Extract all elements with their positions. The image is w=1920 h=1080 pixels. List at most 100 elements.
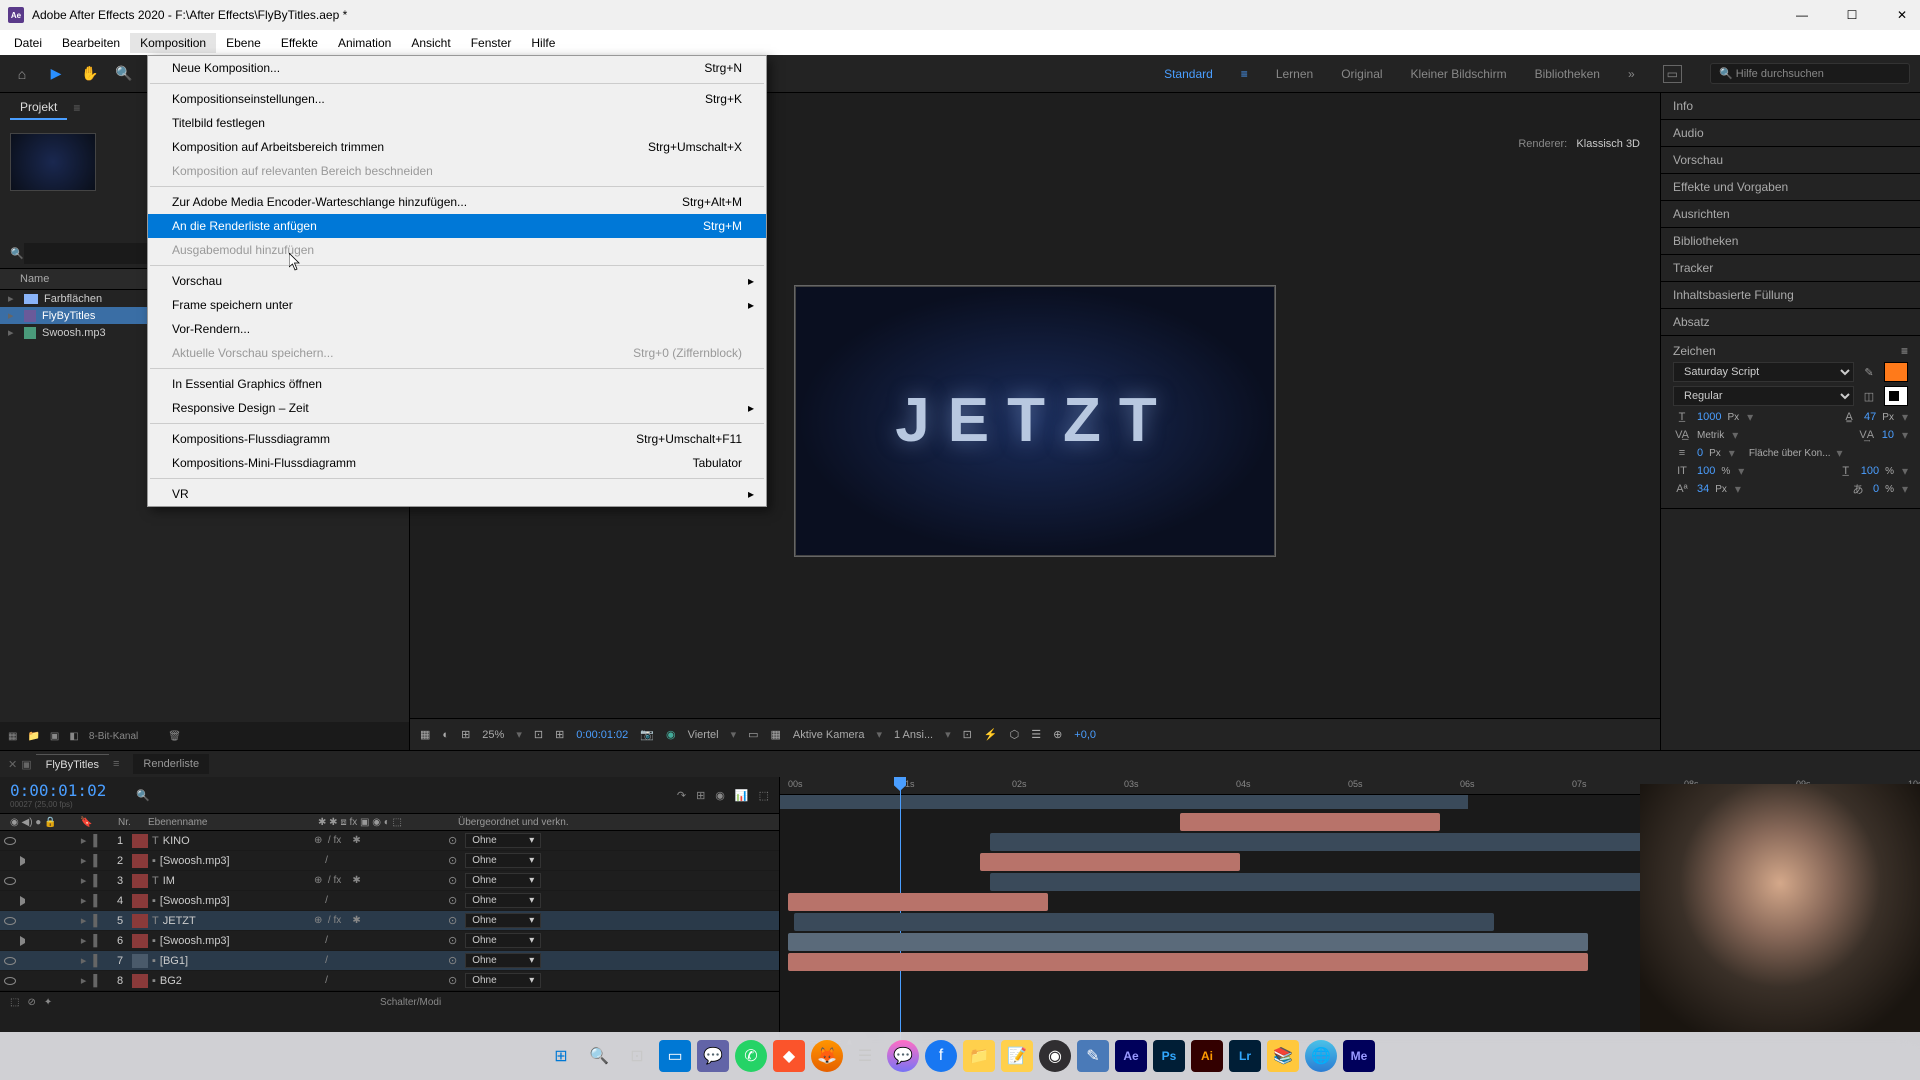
close-button[interactable]: ✕ [1892,5,1912,25]
panel-header[interactable]: Bibliotheken [1661,228,1920,255]
stroke-color-swatch[interactable] [1884,386,1908,406]
menu-item[interactable]: Kompositions-FlussdiagrammStrg+Umschalt+… [148,427,766,451]
tracking-value[interactable]: 10 [1882,429,1894,441]
timeline-tab-comp[interactable]: FlyByTitles [36,754,109,775]
workspace-menu-icon[interactable]: ≡ [1241,67,1248,81]
snapshot-icon[interactable]: 📷 [640,728,654,741]
start-button[interactable]: ⊞ [545,1040,577,1072]
brainstorm-icon[interactable]: ✦ [44,997,52,1008]
menu-item[interactable]: Komposition auf Arbeitsbereich trimmenSt… [148,135,766,159]
trash-icon[interactable]: 🗑 [168,731,181,742]
panel-header[interactable]: Inhaltsbasierte Füllung [1661,282,1920,309]
effects-tab-stub[interactable]: ≡ [73,101,80,115]
menu-hilfe[interactable]: Hilfe [521,33,565,53]
no-stroke-icon[interactable]: ◫ [1860,389,1878,403]
facebook-icon[interactable]: f [925,1040,957,1072]
fast-preview-icon[interactable]: ⚡ [984,728,998,741]
menu-ansicht[interactable]: Ansicht [401,33,460,53]
layer-bar[interactable] [788,893,1048,911]
fill-color-swatch[interactable] [1884,362,1908,382]
menu-item[interactable]: In Essential Graphics öffnen [148,372,766,396]
menu-datei[interactable]: Datei [4,33,52,53]
after-effects-icon[interactable]: Ae [1115,1040,1147,1072]
render-time-icon[interactable]: ⊘ [27,997,35,1008]
new-folder-icon[interactable]: 📁 [27,731,39,742]
eyedropper-icon[interactable]: ✎ [1860,365,1878,379]
menu-item[interactable]: Frame speichern unter [148,293,766,317]
adj-icon[interactable]: ◧ [69,731,78,742]
timeline-tab-render[interactable]: Renderliste [133,754,209,774]
tsume-value[interactable]: 0 [1873,483,1879,495]
menu-ebene[interactable]: Ebene [216,33,271,53]
font-style-select[interactable]: Regular [1673,386,1854,406]
menu-effekte[interactable]: Effekte [271,33,328,53]
shy-icon[interactable]: ↷ [677,789,686,802]
layer-bar[interactable] [788,933,1588,951]
minimize-button[interactable]: — [1792,5,1812,25]
menu-komposition[interactable]: Komposition [130,33,216,53]
motion-blur-icon[interactable]: ◉ [715,789,725,802]
timeline-layer[interactable]: ▸ ▐8▪BG2 / ⊙Ohne▾ [0,971,779,991]
baseline-value[interactable]: 34 [1697,483,1709,495]
name-column-header[interactable]: Name [20,273,49,285]
timeline-layer[interactable]: ▸ ▐4▪[Swoosh.mp3] / ⊙Ohne▾ [0,891,779,911]
res-full-icon[interactable]: ⊡ [534,728,543,741]
illustrator-icon[interactable]: Ai [1191,1040,1223,1072]
editor-icon[interactable]: ✎ [1077,1040,1109,1072]
kerning-value[interactable]: Metrik [1697,430,1724,441]
zoom-tool[interactable]: 🔍 [112,62,136,86]
lightroom-icon[interactable]: Lr [1229,1040,1261,1072]
layer-bar[interactable] [1180,813,1440,831]
stroke-width-value[interactable]: 0 [1697,447,1703,459]
taskbar-search-icon[interactable]: 🔍 [583,1040,615,1072]
browser-icon[interactable]: 🌐 [1305,1040,1337,1072]
menu-item[interactable]: Kompositions-Mini-FlussdiagrammTabulator [148,451,766,475]
workspace-panel-icon[interactable]: ▭ [1663,65,1682,83]
switches-modes-toggle[interactable]: Schalter/Modi [52,997,769,1008]
bitdepth-label[interactable]: 8-Bit-Kanal [89,731,138,742]
timeline-layer[interactable]: ▸ ▐3TIM⊕ / fx ✱⊙Ohne▾ [0,871,779,891]
transparency-icon[interactable]: ▦ [771,728,781,741]
obs-icon[interactable]: ◉ [1039,1040,1071,1072]
menu-item[interactable]: An die Renderliste anfügenStrg+M [148,214,766,238]
notes-icon[interactable]: 📝 [1001,1040,1033,1072]
menu-fenster[interactable]: Fenster [461,33,522,53]
timeline-layer[interactable]: ▸ ▐6▪[Swoosh.mp3] / ⊙Ohne▾ [0,931,779,951]
current-timecode[interactable]: 0:00:01:02 [10,781,106,800]
vscale-value[interactable]: 100 [1697,465,1715,477]
frame-blend-icon[interactable]: ⊞ [696,789,705,802]
app-icon-2[interactable]: ☰ [849,1040,881,1072]
menu-item[interactable]: Zur Adobe Media Encoder-Warteschlange hi… [148,190,766,214]
new-comp-icon[interactable]: ▣ [50,731,59,742]
leading-value[interactable]: 47 [1864,411,1876,423]
panel-header[interactable]: Absatz [1661,309,1920,336]
whatsapp-icon[interactable]: ✆ [735,1040,767,1072]
resolution-dropdown[interactable]: Viertel [688,729,719,741]
comp-marker-icon[interactable]: ▣ [21,758,31,771]
app-icon-3[interactable]: 📚 [1267,1040,1299,1072]
workspace-standard[interactable]: Standard [1164,67,1213,81]
menu-item[interactable]: Responsive Design – Zeit [148,396,766,420]
layer-bar[interactable] [788,953,1588,971]
close-tab-icon[interactable]: ✕ [8,758,17,771]
panel-header[interactable]: Info [1661,93,1920,120]
menu-item[interactable]: Titelbild festlegen [148,111,766,135]
exposure-value[interactable]: +0,0 [1074,729,1096,741]
menu-animation[interactable]: Animation [328,33,401,53]
hscale-value[interactable]: 100 [1861,465,1879,477]
brave-icon[interactable]: ◆ [773,1040,805,1072]
menu-item[interactable]: Neue Komposition...Strg+N [148,56,766,80]
panel-header[interactable]: Ausrichten [1661,201,1920,228]
menu-item[interactable]: Vorschau [148,269,766,293]
explorer-icon[interactable]: 📁 [963,1040,995,1072]
project-tab[interactable]: Projekt [10,96,67,120]
timeline-layer[interactable]: ▸ ▐1TKINO⊕ / fx ✱⊙Ohne▾ [0,831,779,851]
workspace-biblio[interactable]: Bibliotheken [1535,67,1600,81]
workspace-overflow[interactable]: » [1628,67,1635,81]
zoom-dropdown[interactable]: 25% [482,729,504,741]
panel-header[interactable]: Vorschau [1661,147,1920,174]
home-button[interactable]: ⌂ [10,62,34,86]
workspace-klein[interactable]: Kleiner Bildschirm [1411,67,1507,81]
help-search[interactable]: 🔍 Hilfe durchsuchen [1710,63,1910,84]
alpha-toggle-icon[interactable]: ◐ [442,729,449,741]
